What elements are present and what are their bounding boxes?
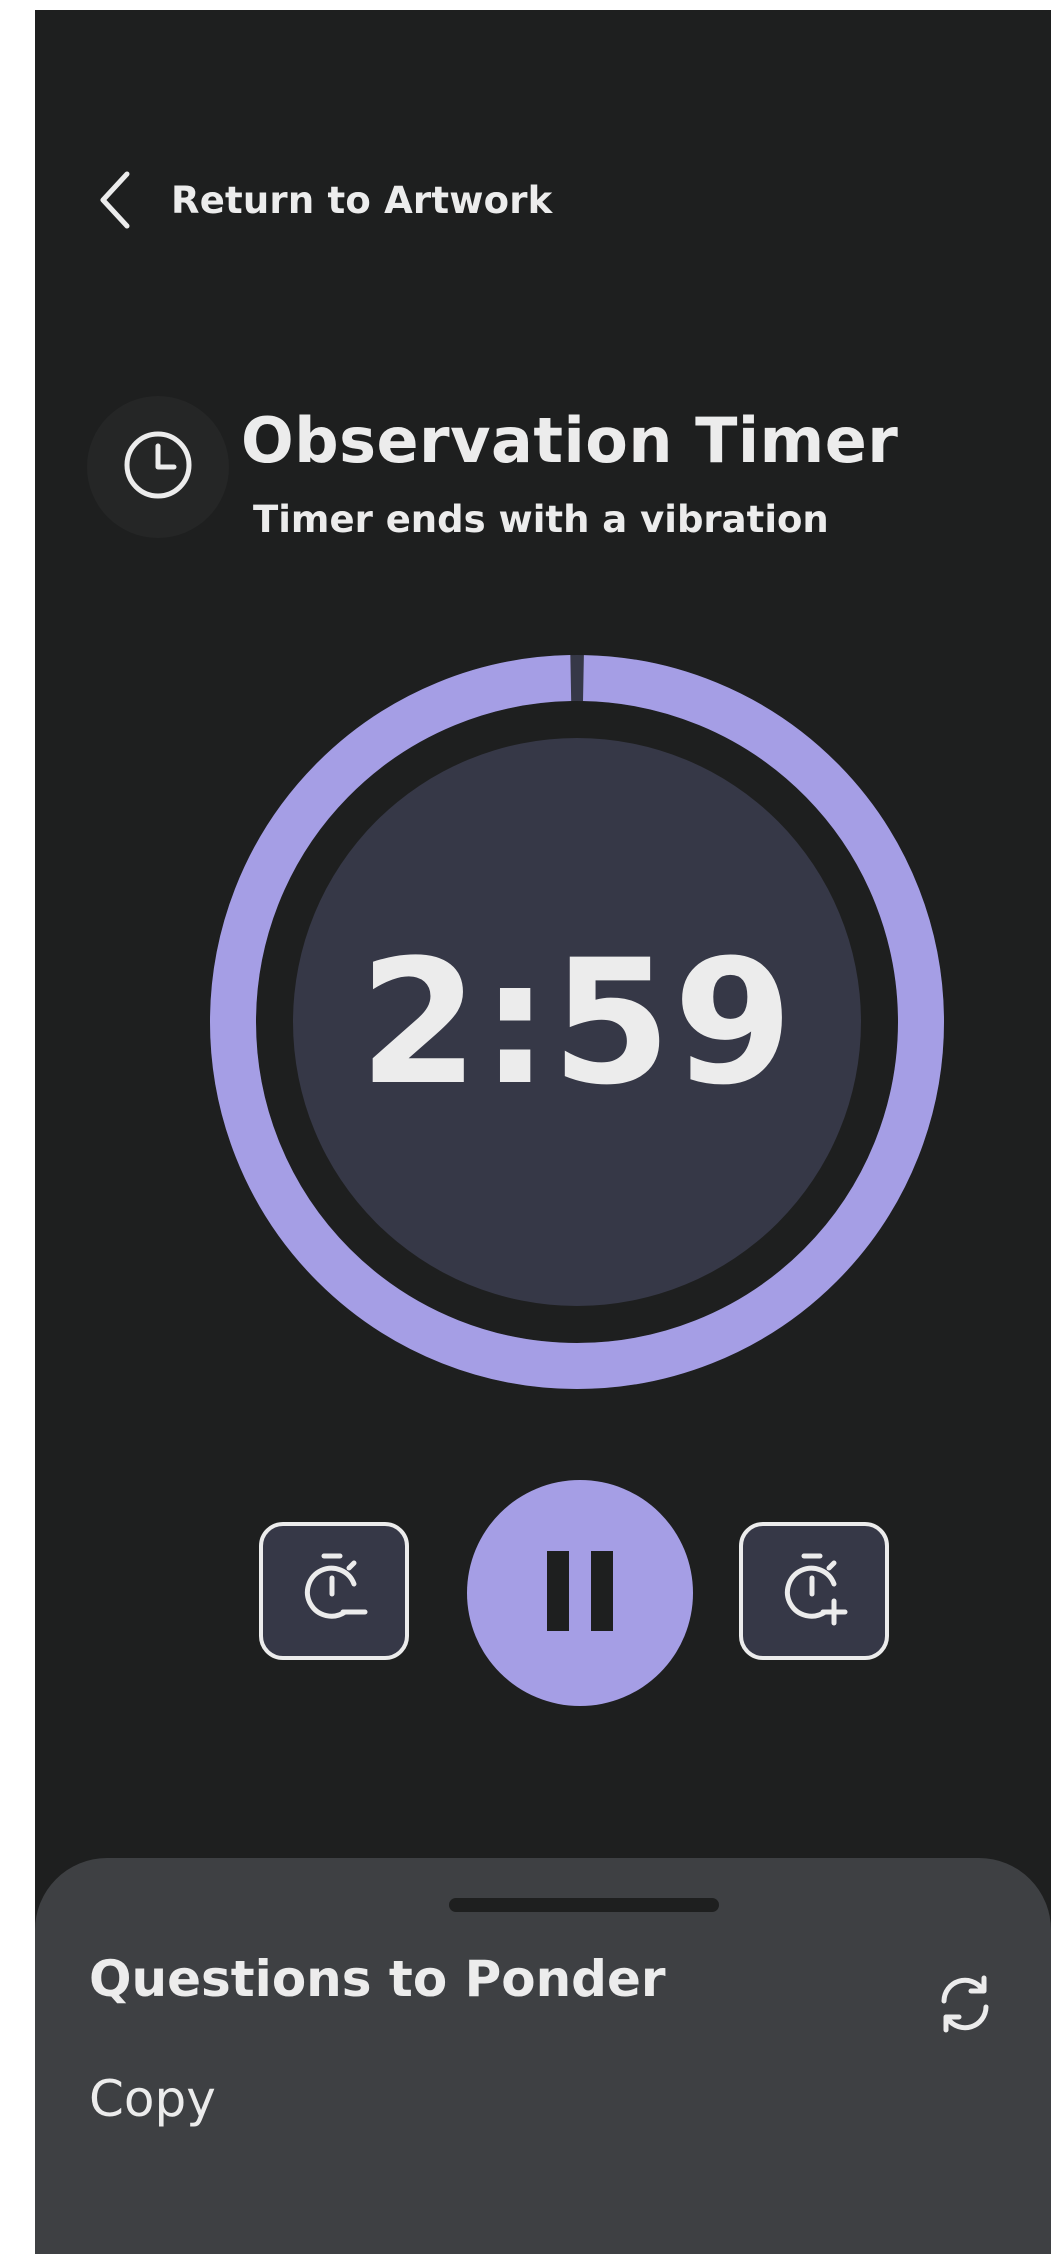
clock-icon-badge	[87, 396, 229, 538]
timer-ring: 2:59	[207, 652, 947, 1392]
pause-icon	[545, 1551, 615, 1635]
pause-button[interactable]	[467, 1480, 693, 1706]
increase-time-button[interactable]	[739, 1522, 889, 1660]
page-title: Observation Timer	[241, 404, 899, 477]
return-to-artwork-button[interactable]: Return to Artwork	[95, 160, 553, 240]
timer-display: 2:59	[359, 921, 795, 1123]
chevron-left-icon	[95, 168, 135, 232]
refresh-questions-button[interactable]	[925, 1966, 1005, 2046]
question-text: Copy	[89, 2070, 216, 2128]
sheet-drag-handle[interactable]	[449, 1898, 719, 1912]
timer-screen: Return to Artwork Observation Timer Time…	[35, 10, 1051, 2254]
decrease-time-button[interactable]	[259, 1522, 409, 1660]
clock-icon	[122, 429, 194, 505]
back-label: Return to Artwork	[171, 178, 553, 222]
refresh-icon	[935, 1974, 995, 2038]
page-subtitle: Timer ends with a vibration	[253, 498, 829, 541]
stopwatch-minus-icon	[293, 1548, 375, 1634]
questions-bottom-sheet: Questions to Ponder Copy	[35, 1858, 1051, 2254]
sheet-title: Questions to Ponder	[89, 1950, 666, 2008]
stopwatch-plus-icon	[773, 1548, 855, 1634]
